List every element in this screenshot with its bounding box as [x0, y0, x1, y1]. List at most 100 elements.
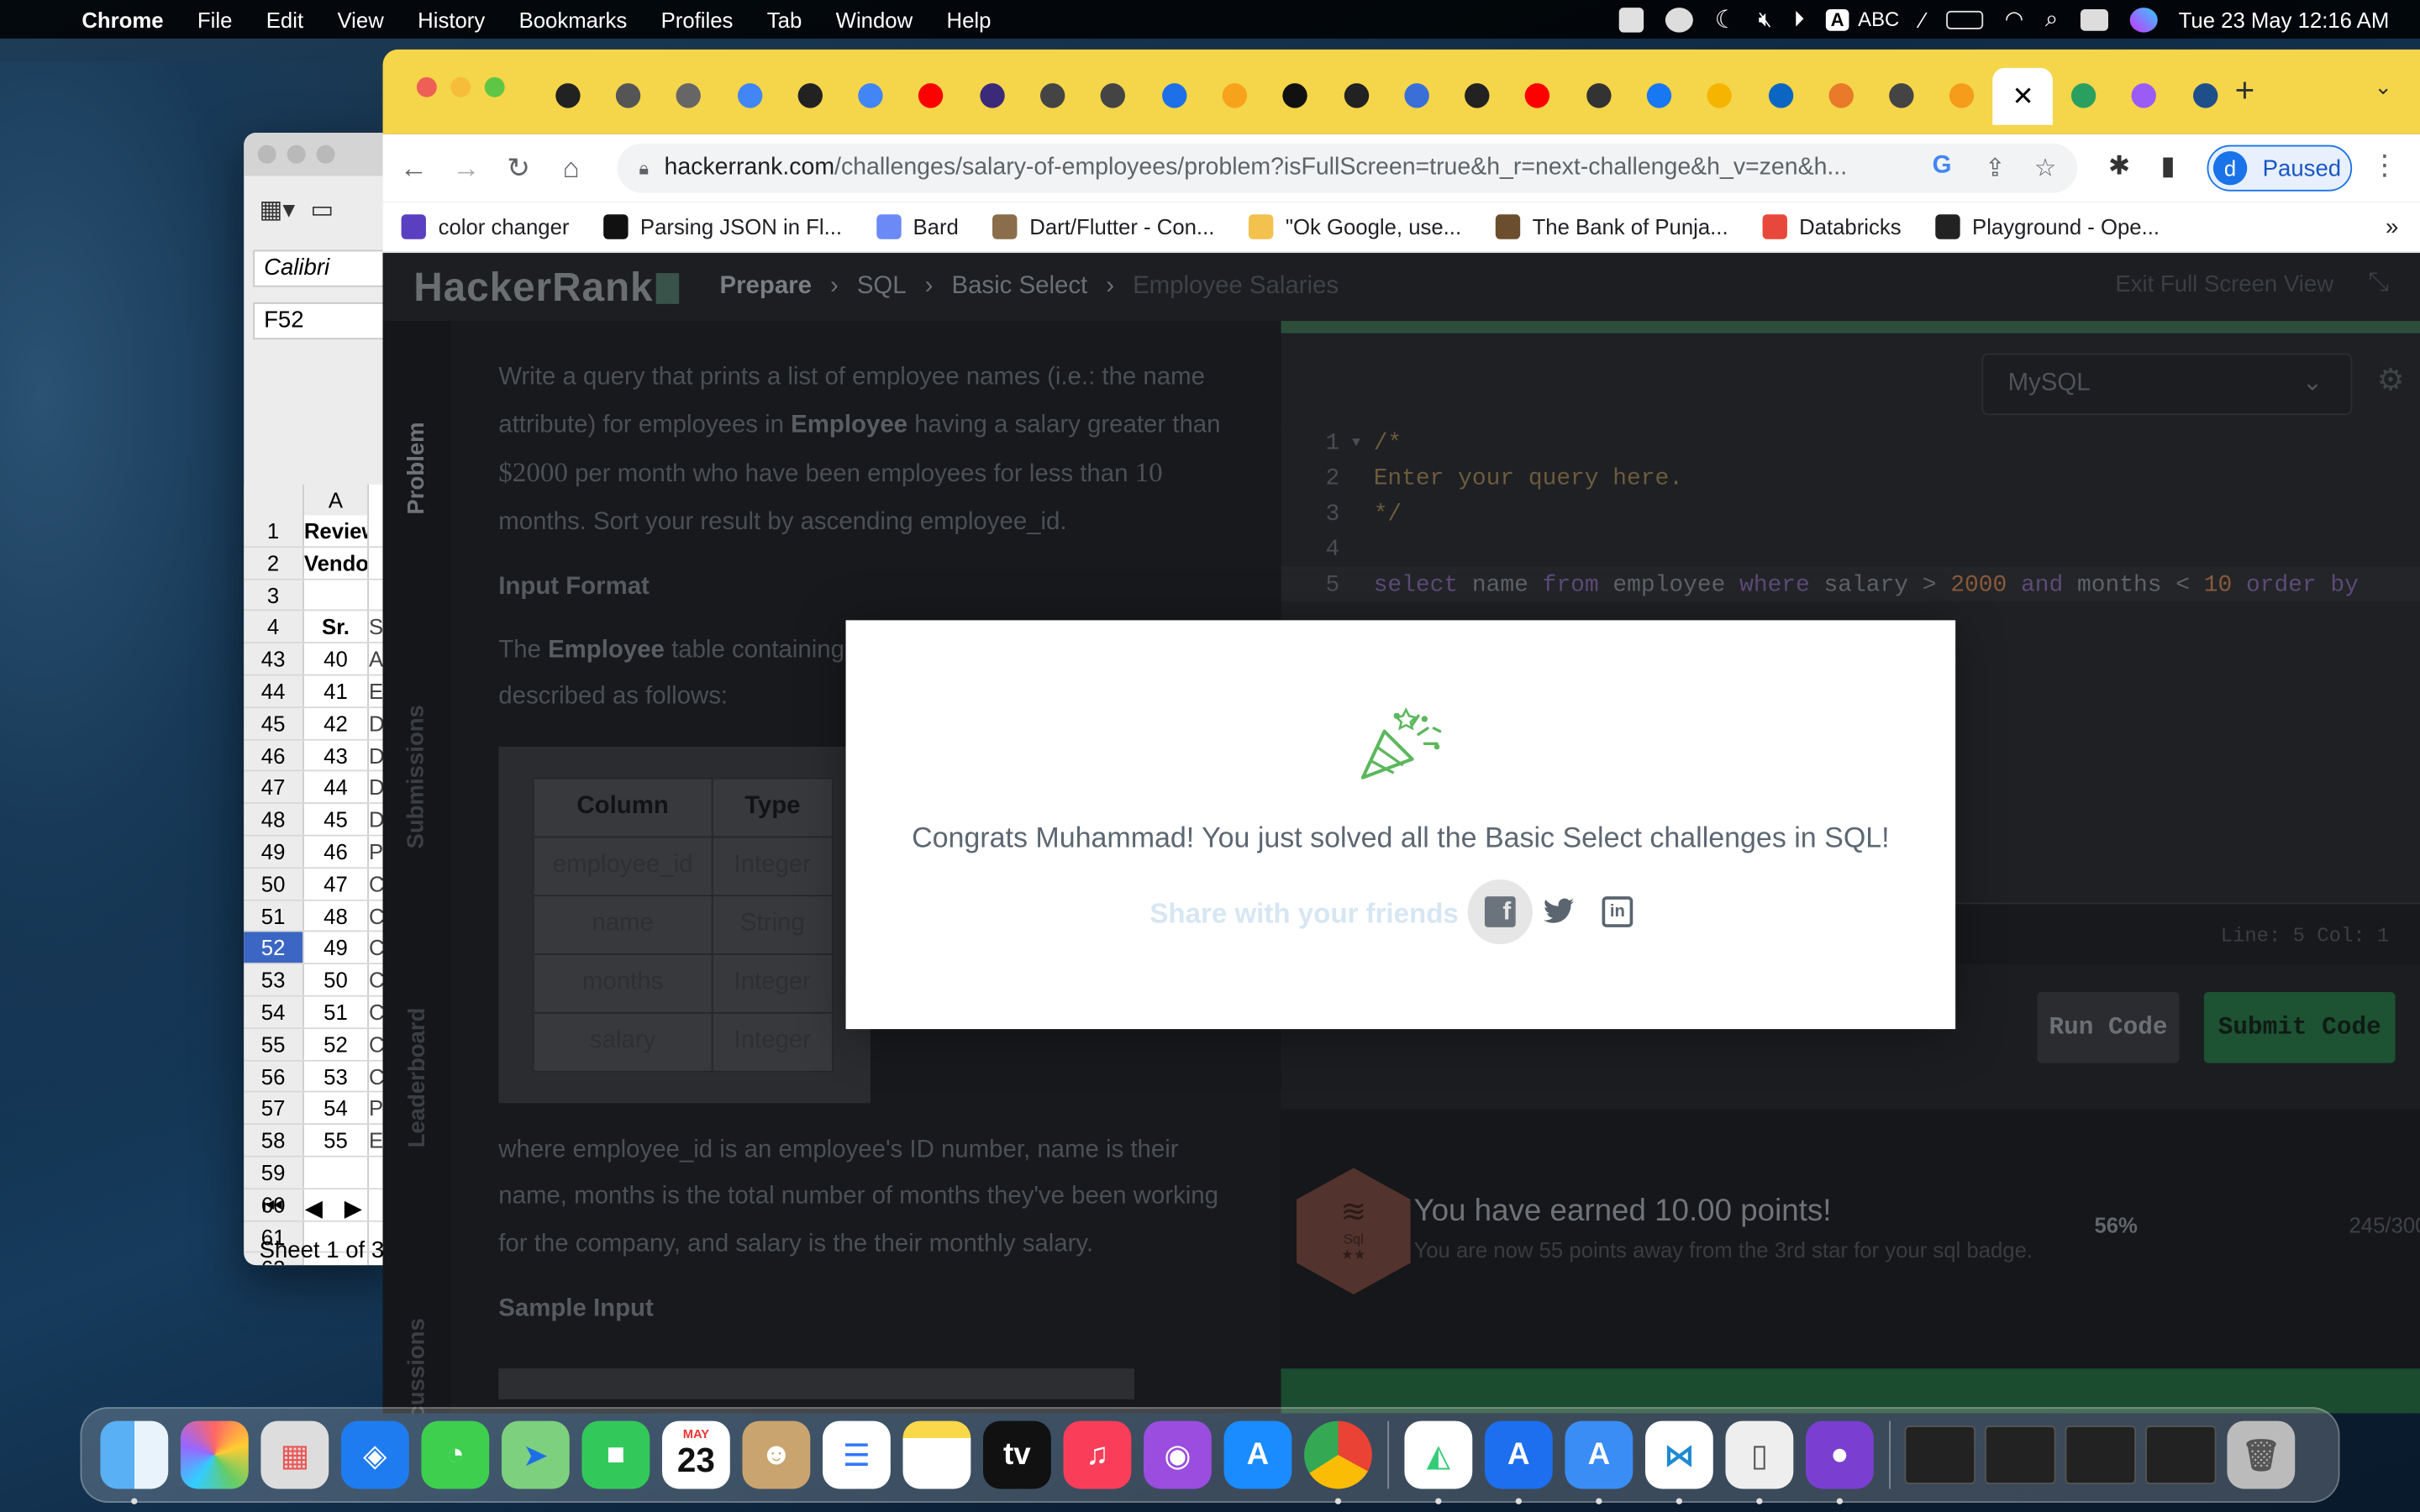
cell-reference-field[interactable]: F52	[253, 302, 389, 340]
menu-tab[interactable]: Tab	[750, 7, 819, 31]
row-number[interactable]: 4	[244, 612, 303, 643]
browser-tab[interactable]	[780, 77, 840, 114]
dock-notes[interactable]	[897, 1415, 977, 1495]
dock-maps[interactable]: ➤	[496, 1415, 576, 1495]
cell-a[interactable]: 48	[302, 900, 368, 932]
battery-icon[interactable]	[1945, 9, 1984, 29]
tab-problem[interactable]: Problem	[383, 413, 451, 522]
dock-app-store[interactable]: A	[1218, 1415, 1298, 1495]
spotlight-search-icon[interactable]: ⌕	[2045, 6, 2058, 32]
browser-tab[interactable]	[659, 77, 719, 114]
bookmark-item[interactable]: The Bank of Punja...	[1495, 214, 1728, 239]
cell-a[interactable]: Sr.	[302, 612, 368, 643]
extensions-puzzle-icon[interactable]: ✱	[2108, 151, 2130, 182]
control-center-icon[interactable]	[2080, 8, 2108, 30]
browser-tab[interactable]	[2054, 77, 2114, 114]
browser-tab[interactable]	[1447, 77, 1507, 114]
input-source-icon[interactable]: A	[1826, 8, 1849, 30]
row-number[interactable]: 3	[244, 579, 303, 611]
row-number[interactable]: 58	[244, 1125, 303, 1156]
sheet-icon[interactable]: ▭	[310, 194, 334, 225]
bookmark-item[interactable]: Playground - Ope...	[1934, 214, 2160, 239]
linkedin-share-icon[interactable]: in	[1585, 879, 1649, 944]
gear-icon[interactable]: ⚙	[2377, 361, 2405, 400]
close-window-button[interactable]	[416, 76, 437, 97]
row-number[interactable]: 59	[244, 1157, 303, 1188]
browser-tab[interactable]	[1265, 77, 1325, 114]
menu-app-chrome[interactable]: Chrome	[65, 7, 181, 31]
cell-a[interactable]: Vendor	[302, 547, 377, 579]
dock-reminders[interactable]: ☰	[817, 1415, 897, 1495]
minimized-window-thumbnail[interactable]	[2065, 1425, 2137, 1484]
cell-a[interactable]: 52	[302, 1028, 368, 1060]
dock-xcode-alt[interactable]: A	[1559, 1415, 1639, 1504]
menu-help[interactable]: Help	[929, 7, 1007, 31]
breadcrumb-prepare[interactable]: Prepare	[719, 273, 811, 301]
next-sheet-icon[interactable]: ▶	[345, 1194, 362, 1221]
dock-contacts[interactable]: ☻	[736, 1415, 817, 1495]
browser-tab[interactable]	[2175, 77, 2235, 114]
breadcrumb-sql[interactable]: SQL	[857, 273, 907, 301]
breadcrumb-basic-select[interactable]: Basic Select	[951, 273, 1087, 301]
bookmark-item[interactable]: Dart/Flutter - Con...	[992, 214, 1214, 239]
dock-music[interactable]: ♫	[1057, 1415, 1138, 1495]
prev-sheet-icon[interactable]: ◀	[305, 1194, 323, 1221]
menu-history[interactable]: History	[401, 7, 502, 31]
menu-view[interactable]: View	[320, 7, 401, 31]
dock-finder[interactable]	[94, 1415, 175, 1504]
menubar-clock[interactable]: Tue 23 May 12:16 AM	[2179, 7, 2390, 31]
row-number[interactable]: 51	[244, 900, 303, 932]
dock-xcode[interactable]: A	[1479, 1415, 1560, 1504]
row-number[interactable]: 45	[244, 707, 303, 739]
side-panel-icon[interactable]: ▮	[2160, 151, 2175, 182]
dropbox-status-icon[interactable]	[1618, 7, 1644, 32]
dock-tv[interactable]: tv	[977, 1415, 1058, 1495]
dock-facetime[interactable]: ■	[576, 1415, 656, 1495]
dock-launchpad[interactable]: ▦	[255, 1415, 335, 1495]
first-sheet-icon[interactable]: ⏮	[262, 1194, 283, 1222]
browser-tab[interactable]	[1386, 77, 1447, 114]
close-tab-icon[interactable]: ✕	[2012, 81, 2033, 112]
submit-code-button[interactable]: Submit Code	[2203, 992, 2396, 1063]
bookmark-item[interactable]: Parsing JSON in Fl...	[602, 214, 842, 239]
reload-icon[interactable]: ↻	[497, 152, 539, 185]
cell-a[interactable]: 47	[302, 868, 368, 900]
back-arrow-icon[interactable]: ←	[392, 152, 435, 185]
browser-tab[interactable]	[840, 77, 901, 114]
row-number[interactable]: 1	[244, 515, 303, 546]
browser-tab[interactable]	[1083, 77, 1144, 114]
browser-tab[interactable]	[901, 77, 961, 114]
dock-preview[interactable]: ▯	[1719, 1415, 1800, 1504]
address-bar[interactable]: 🔒︎ hackerrank.com/challenges/salary-of-e…	[617, 143, 2078, 193]
browser-tab[interactable]	[1871, 77, 1932, 114]
browser-tab[interactable]	[719, 77, 780, 114]
mute-icon[interactable]: 🔇︎	[1759, 6, 1772, 32]
row-number[interactable]: 2	[244, 547, 303, 579]
column-header-a[interactable]: A	[302, 484, 368, 516]
new-tab-button[interactable]: +	[2235, 71, 2255, 111]
menu-profiles[interactable]: Profiles	[644, 7, 750, 31]
tab-search-chevron-icon[interactable]: ⌄	[2374, 74, 2392, 100]
tab-submissions[interactable]: Submissions	[383, 699, 451, 853]
cell-a[interactable]: 40	[302, 643, 368, 675]
row-number[interactable]: 52	[244, 932, 303, 963]
facebook-share-icon[interactable]: f	[1467, 879, 1533, 945]
browser-tab[interactable]	[2114, 77, 2175, 114]
row-number[interactable]: 55	[244, 1028, 303, 1060]
browser-tab[interactable]	[1690, 77, 1750, 114]
exit-fullscreen-link[interactable]: Exit Full Screen View	[2115, 271, 2333, 297]
dock-github-desktop[interactable]: ●	[1800, 1415, 1881, 1504]
bookmark-star-icon[interactable]: ☆	[2034, 153, 2056, 184]
browser-tab[interactable]	[597, 77, 658, 114]
row-number[interactable]: 43	[244, 643, 303, 675]
profile-button[interactable]: d Paused	[2207, 144, 2353, 192]
cell-a[interactable]	[302, 579, 368, 611]
dock-vscode[interactable]: ⋈	[1639, 1415, 1720, 1504]
dock-messages[interactable]: ◔	[415, 1415, 496, 1495]
browser-tab[interactable]	[1811, 77, 1871, 114]
row-number[interactable]: 56	[244, 1060, 303, 1092]
browser-tab[interactable]	[1023, 77, 1083, 114]
browser-tab[interactable]	[1204, 77, 1265, 114]
dock-podcasts[interactable]: ◉	[1138, 1415, 1218, 1495]
zoom-window-button[interactable]	[316, 144, 335, 164]
